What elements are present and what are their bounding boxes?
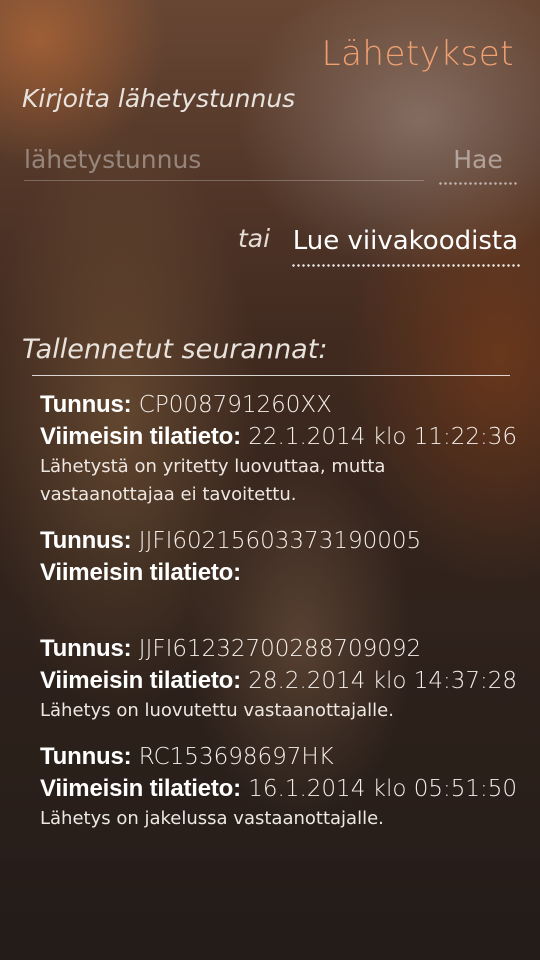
- search-button-label: Hae: [453, 145, 503, 174]
- tracking-status-timestamp: 16.1.2014 klo 05:51:50: [248, 776, 518, 802]
- tracking-status-row: Viimeisin tilatieto: 28.2.2014 klo 14:37…: [40, 665, 520, 697]
- tracking-entry[interactable]: Tunnus: RC153698697HK Viimeisin tilatiet…: [40, 741, 520, 833]
- tracking-id-value: RC153698697HK: [138, 744, 334, 770]
- tracking-status-label: Viimeisin tilatieto:: [40, 559, 241, 586]
- or-label: tai: [238, 224, 271, 253]
- tracking-status-description: Lähetys on luovutettu vastaanottajalle.: [40, 700, 394, 721]
- scan-barcode-button[interactable]: Lue viivakoodista: [290, 220, 520, 268]
- tracking-status-label: Viimeisin tilatieto:: [40, 423, 241, 450]
- tracking-entry[interactable]: Tunnus: CP008791260XX Viimeisin tilatiet…: [40, 389, 520, 509]
- tracking-id-label: Tunnus:: [40, 527, 132, 554]
- saved-trackings-divider: [32, 375, 510, 376]
- tracking-status-timestamp: 22.1.2014 klo 11:22:36: [248, 424, 518, 450]
- scan-barcode-label: Lue viivakoodista: [292, 226, 518, 256]
- tracking-id-label: Tunnus:: [40, 743, 132, 770]
- search-section-label: Kirjoita lähetystunnus: [22, 84, 296, 113]
- search-button-underline: [438, 181, 518, 186]
- tracking-entry[interactable]: Tunnus: JJFI61232700288709092 Viimeisin …: [40, 633, 520, 725]
- tracking-id-value: JJFI61232700288709092: [138, 636, 422, 662]
- page-title: Lähetykset: [321, 34, 514, 74]
- tracking-id-label: Tunnus:: [40, 391, 132, 418]
- tracking-status-description: Lähetys on jakelussa vastaanottajalle.: [40, 808, 384, 829]
- tracking-id-row: Tunnus: JJFI61232700288709092: [40, 633, 520, 665]
- search-button[interactable]: Hae: [438, 140, 518, 186]
- shipments-page: Lähetykset Kirjoita lähetystunnus Hae ta…: [0, 0, 540, 960]
- tracking-code-input[interactable]: [24, 138, 424, 181]
- tracking-entry[interactable]: Tunnus: JJFI60215603373190005 Viimeisin …: [40, 525, 520, 589]
- saved-trackings-header: Tallennetut seurannat:: [22, 334, 328, 365]
- tracking-status-timestamp: 28.2.2014 klo 14:37:28: [248, 668, 518, 694]
- tracking-status-label: Viimeisin tilatieto:: [40, 667, 241, 694]
- tracking-id-row: Tunnus: RC153698697HK: [40, 741, 520, 773]
- tracking-id-label: Tunnus:: [40, 635, 132, 662]
- tracking-id-value: JJFI60215603373190005: [138, 528, 422, 554]
- tracking-status-row: Viimeisin tilatieto: 16.1.2014 klo 05:51…: [40, 773, 520, 805]
- tracking-status-row: Viimeisin tilatieto: 22.1.2014 klo 11:22…: [40, 421, 520, 453]
- tracking-status-description: Lähetystä on yritetty luovuttaa, mutta v…: [40, 456, 386, 505]
- tracking-id-row: Tunnus: CP008791260XX: [40, 389, 520, 421]
- tracking-status-label: Viimeisin tilatieto:: [40, 775, 241, 802]
- tracking-status-row: Viimeisin tilatieto:: [40, 557, 520, 589]
- tracking-id-row: Tunnus: JJFI60215603373190005: [40, 525, 520, 557]
- scan-barcode-underline: [290, 263, 520, 268]
- tracking-id-value: CP008791260XX: [138, 392, 332, 418]
